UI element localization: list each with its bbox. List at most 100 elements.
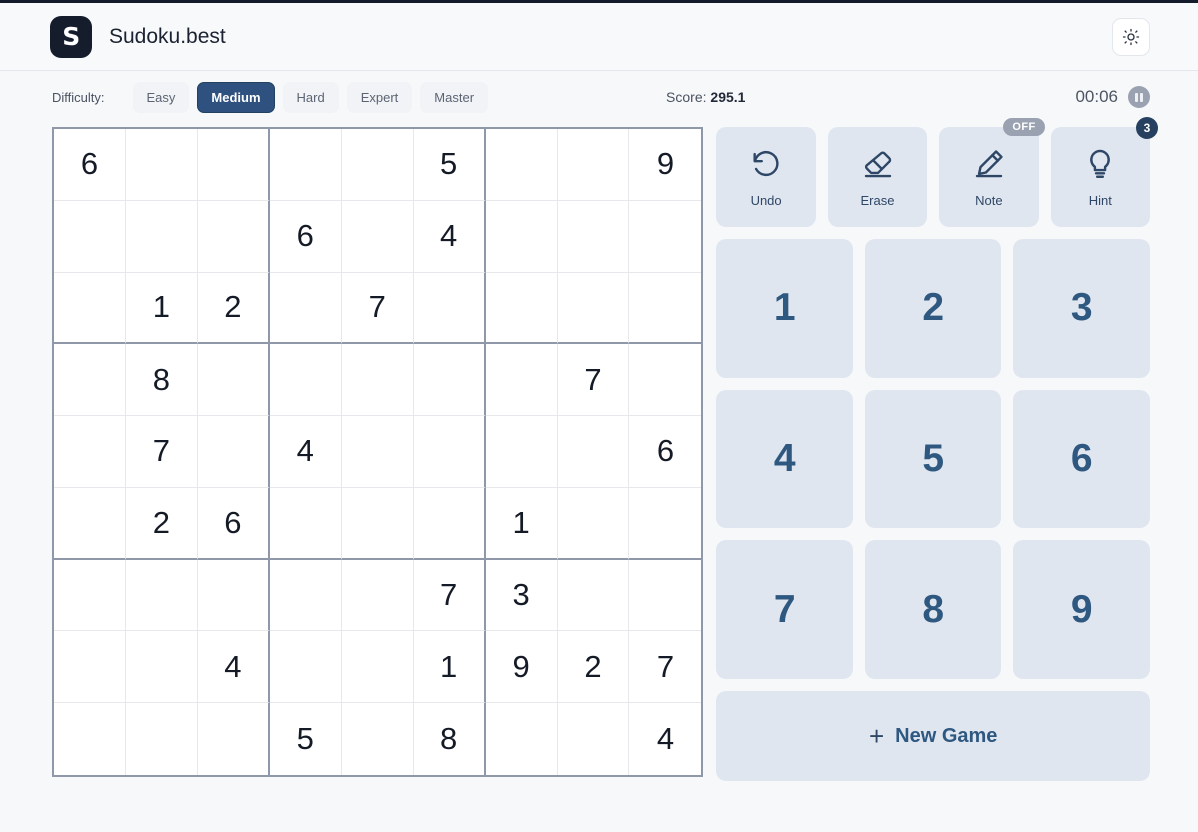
cell-r7-c1[interactable] (54, 559, 126, 632)
cell-r9-c7[interactable] (485, 703, 558, 775)
cell-r3-c2[interactable]: 1 (125, 272, 198, 345)
cell-r2-c5[interactable] (341, 200, 414, 273)
erase-button[interactable]: Erase (827, 127, 928, 227)
cell-r8-c3[interactable]: 4 (197, 631, 270, 704)
cell-r1-c9[interactable]: 9 (629, 129, 702, 201)
cell-r1-c1[interactable]: 6 (54, 129, 126, 201)
cell-r3-c8[interactable] (557, 272, 630, 345)
cell-r5-c1[interactable] (54, 416, 126, 488)
cell-r2-c3[interactable] (197, 200, 270, 273)
cell-r6-c8[interactable] (557, 487, 630, 560)
cell-r7-c4[interactable] (269, 559, 342, 632)
cell-r7-c9[interactable] (629, 559, 702, 632)
cell-r2-c9[interactable] (629, 200, 702, 273)
cell-r9-c8[interactable] (557, 703, 630, 775)
cell-r7-c8[interactable] (557, 559, 630, 632)
cell-r1-c8[interactable] (557, 129, 630, 201)
cell-r4-c8[interactable]: 7 (557, 344, 630, 417)
cell-r8-c7[interactable]: 9 (485, 631, 558, 704)
cell-r1-c6[interactable]: 5 (413, 129, 486, 201)
cell-r2-c2[interactable] (125, 200, 198, 273)
cell-r5-c4[interactable]: 4 (269, 416, 342, 488)
cell-r3-c5[interactable]: 7 (341, 272, 414, 345)
difficulty-medium-button[interactable]: Medium (197, 81, 275, 113)
undo-button[interactable]: Undo (716, 127, 816, 227)
cell-r1-c2[interactable] (125, 129, 198, 201)
numpad-7-button[interactable]: 7 (716, 540, 853, 679)
cell-r5-c6[interactable] (413, 416, 486, 488)
numpad-2-button[interactable]: 2 (864, 239, 1002, 378)
cell-r6-c5[interactable] (341, 487, 414, 560)
cell-r6-c2[interactable]: 2 (125, 487, 198, 560)
cell-r3-c7[interactable] (485, 272, 558, 345)
cell-r5-c8[interactable] (557, 416, 630, 488)
difficulty-expert-button[interactable]: Expert (346, 81, 413, 113)
cell-r2-c6[interactable]: 4 (413, 200, 486, 273)
cell-r9-c5[interactable] (341, 703, 414, 775)
sudoku-board[interactable]: 65964127877462617341927584 (52, 127, 704, 777)
difficulty-hard-button[interactable]: Hard (282, 81, 339, 113)
numpad-9-button[interactable]: 9 (1013, 540, 1150, 679)
numpad-1-button[interactable]: 1 (716, 239, 853, 378)
cell-r4-c4[interactable] (269, 344, 342, 417)
cell-r9-c2[interactable] (125, 703, 198, 775)
cell-r5-c2[interactable]: 7 (125, 416, 198, 488)
cell-r8-c2[interactable] (125, 631, 198, 704)
cell-r4-c7[interactable] (485, 344, 558, 417)
cell-r7-c7[interactable]: 3 (485, 559, 558, 632)
cell-r3-c1[interactable] (54, 272, 126, 345)
cell-r2-c7[interactable] (485, 200, 558, 273)
cell-r8-c4[interactable] (269, 631, 342, 704)
cell-r9-c1[interactable] (54, 703, 126, 775)
cell-r2-c4[interactable]: 6 (269, 200, 342, 273)
numpad-6-button[interactable]: 6 (1013, 389, 1150, 529)
new-game-button[interactable]: + New Game (716, 691, 1150, 781)
cell-r8-c8[interactable]: 2 (557, 631, 630, 704)
cell-r8-c5[interactable] (341, 631, 414, 704)
cell-r3-c6[interactable] (413, 272, 486, 345)
cell-r6-c4[interactable] (269, 487, 342, 560)
cell-r6-c9[interactable] (629, 487, 702, 560)
cell-r6-c6[interactable] (413, 487, 486, 560)
cell-r3-c3[interactable]: 2 (197, 272, 270, 345)
cell-r2-c8[interactable] (557, 200, 630, 273)
cell-r8-c9[interactable]: 7 (629, 631, 702, 704)
cell-r5-c9[interactable]: 6 (629, 416, 702, 488)
numpad-8-button[interactable]: 8 (864, 540, 1002, 679)
cell-r6-c7[interactable]: 1 (485, 487, 558, 560)
note-button[interactable]: Note OFF (939, 118, 1045, 227)
cell-r5-c7[interactable] (485, 416, 558, 488)
difficulty-master-button[interactable]: Master (420, 81, 489, 113)
cell-r5-c3[interactable] (197, 416, 270, 488)
difficulty-easy-button[interactable]: Easy (132, 81, 190, 113)
cell-r2-c1[interactable] (54, 200, 126, 273)
cell-r7-c6[interactable]: 7 (413, 559, 486, 632)
cell-r9-c6[interactable]: 8 (413, 703, 486, 775)
cell-r4-c3[interactable] (197, 344, 270, 417)
cell-r8-c6[interactable]: 1 (413, 631, 486, 704)
hint-button[interactable]: Hint 3 (1050, 117, 1158, 227)
cell-r3-c4[interactable] (269, 272, 342, 345)
cell-r9-c9[interactable]: 4 (629, 703, 702, 775)
cell-r9-c3[interactable] (197, 703, 270, 775)
cell-r1-c7[interactable] (485, 129, 558, 201)
cell-r4-c9[interactable] (629, 344, 702, 417)
cell-r9-c4[interactable]: 5 (269, 703, 342, 775)
numpad-5-button[interactable]: 5 (864, 389, 1002, 529)
cell-r7-c2[interactable] (125, 559, 198, 632)
cell-r3-c9[interactable] (629, 272, 702, 345)
cell-r1-c5[interactable] (341, 129, 414, 201)
numpad-3-button[interactable]: 3 (1013, 239, 1150, 378)
cell-r1-c3[interactable] (197, 129, 270, 201)
cell-r4-c5[interactable] (341, 344, 414, 417)
cell-r4-c1[interactable] (54, 344, 126, 417)
cell-r7-c3[interactable] (197, 559, 270, 632)
cell-r1-c4[interactable] (269, 129, 342, 201)
cell-r4-c6[interactable] (413, 344, 486, 417)
cell-r6-c1[interactable] (54, 487, 126, 560)
cell-r7-c5[interactable] (341, 559, 414, 632)
cell-r5-c5[interactable] (341, 416, 414, 488)
pause-button[interactable] (1128, 86, 1150, 108)
theme-toggle-button[interactable] (1112, 17, 1150, 56)
cell-r6-c3[interactable]: 6 (197, 487, 270, 560)
